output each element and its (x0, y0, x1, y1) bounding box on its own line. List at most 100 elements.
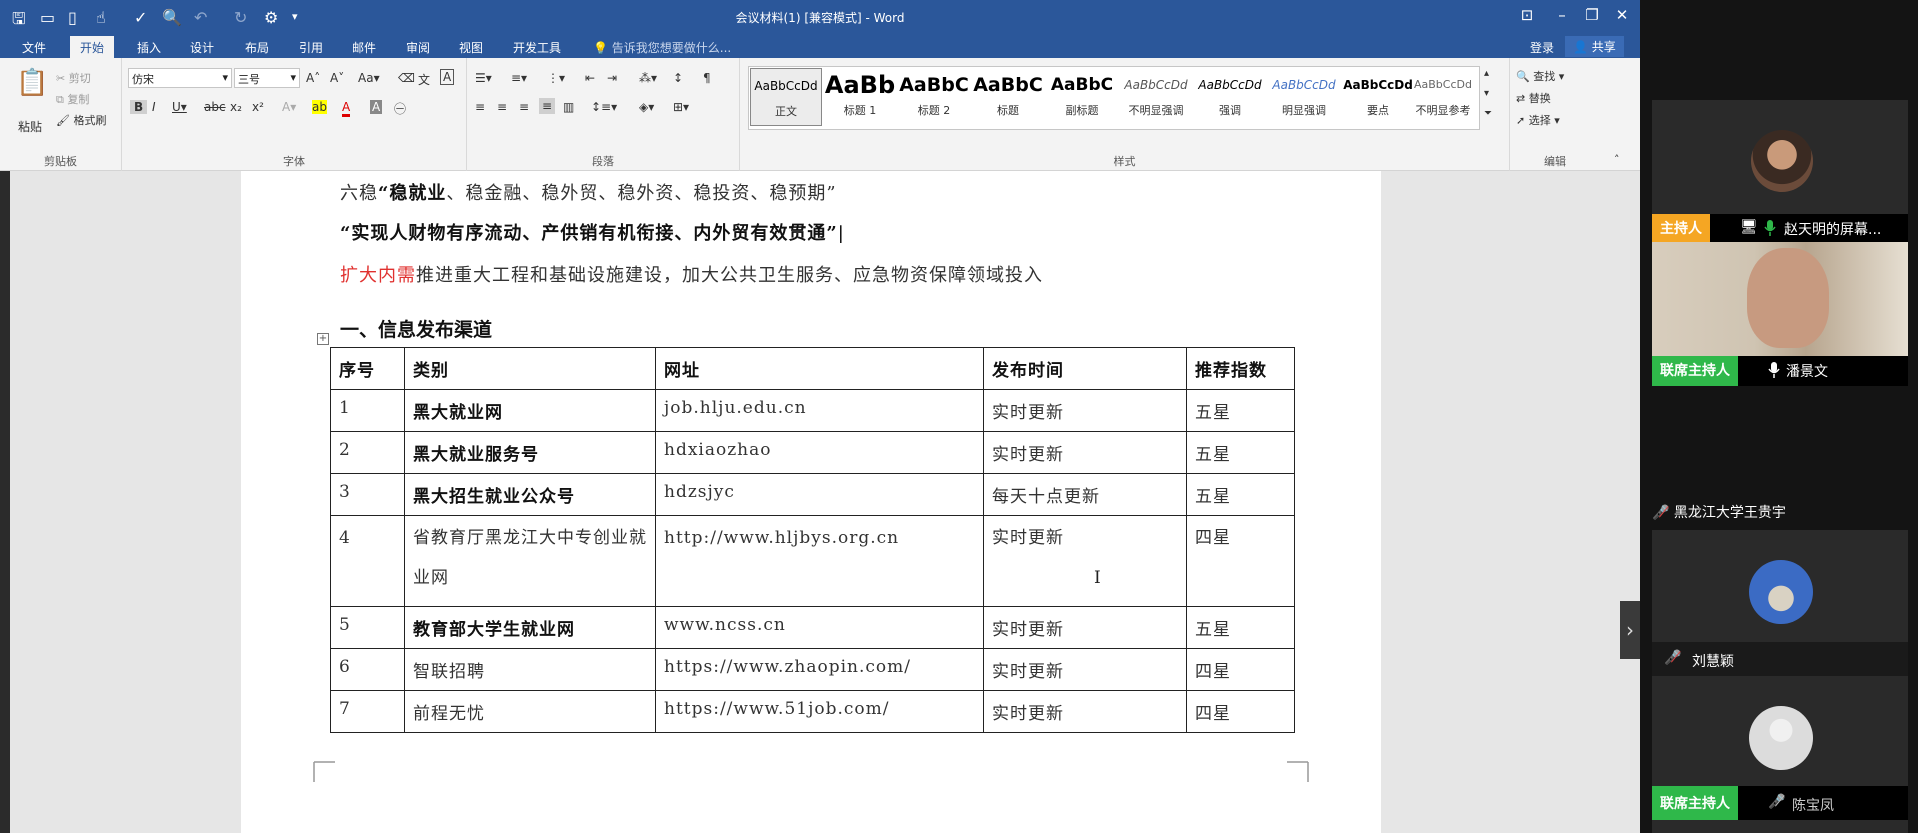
font-size-select[interactable]: 三号 ▾ (234, 68, 300, 88)
cell-url: job.hlju.edu.cn (655, 389, 984, 432)
align-right-icon[interactable]: ≡ (519, 100, 529, 114)
collapse-ribbon-icon[interactable]: ˄ (1614, 153, 1620, 166)
borders-icon[interactable]: ⊞▾ (673, 100, 689, 114)
align-center-icon[interactable]: ≡ (497, 100, 507, 114)
style-strong[interactable]: AaBbCcDd 要点 (1342, 68, 1414, 126)
show-marks-icon[interactable]: ¶ (703, 71, 711, 85)
style-emphasis[interactable]: AaBbCcDd 强调 (1194, 68, 1266, 126)
sort-icon[interactable]: ↕ (673, 71, 683, 85)
find-label: 查找 (1533, 70, 1556, 83)
replace-button[interactable]: ⇄ 替换 (1516, 90, 1551, 106)
cell-url: http://www.hljbys.org.cn (655, 515, 984, 607)
increase-indent-icon[interactable]: ⇥ (607, 71, 617, 85)
style-subtitle[interactable]: AaBbC 副标题 (1046, 68, 1118, 126)
document-page[interactable]: 六稳“稳就业、稳金融、稳外贸、稳外资、稳投资、稳预期” “实现人财物有序流动、产… (241, 171, 1381, 833)
tab-layout[interactable]: 布局 (245, 39, 269, 56)
tab-view[interactable]: 视图 (459, 39, 483, 56)
microphone-icon (1768, 362, 1780, 378)
paragraph-group-label: 段落 (592, 155, 614, 168)
participant-tile[interactable]: 联席主持人 🎤̸ 陈宝凤 (1652, 676, 1908, 833)
style-name: 强调 (1219, 104, 1241, 117)
bold-icon[interactable]: B (130, 100, 148, 114)
style-normal[interactable]: AaBbCcDd 正文 (750, 68, 822, 126)
tab-file[interactable]: 文件 (22, 39, 46, 56)
multilevel-list-icon[interactable]: ⋮▾ (547, 71, 565, 85)
strikethrough-icon[interactable]: abc (204, 100, 226, 114)
font-color-icon[interactable]: A (342, 100, 351, 117)
text-effects-icon[interactable]: A▾ (282, 100, 296, 114)
find-button[interactable]: 🔍 查找 ▾ (1516, 68, 1564, 84)
character-border-icon[interactable]: A (440, 69, 455, 85)
style-heading-1[interactable]: AaBb 标题 1 (824, 68, 896, 126)
line-spacing-icon[interactable]: ↕≡▾ (591, 100, 617, 114)
grow-font-icon[interactable]: A˄ (306, 71, 320, 85)
tab-developer[interactable]: 开发工具 (513, 39, 561, 56)
login-link[interactable]: 登录 (1530, 39, 1554, 56)
tab-references[interactable]: 引用 (299, 39, 323, 56)
style-intense-emphasis[interactable]: AaBbCcDd 明显强调 (1268, 68, 1340, 126)
align-left-icon[interactable]: ≡ (475, 100, 485, 114)
tab-home[interactable]: 开始 (70, 36, 115, 58)
restore-icon[interactable]: ❐ (1580, 6, 1604, 24)
format-painter-label: 格式刷 (73, 114, 107, 127)
style-subtle-reference[interactable]: AaBbCcDd 不明显参考 (1408, 68, 1478, 126)
paste-button[interactable]: 粘贴 (18, 118, 42, 135)
cut-button[interactable]: ✂ 剪切 (56, 70, 91, 86)
change-case-icon[interactable]: Aa▾ (358, 71, 380, 85)
style-title[interactable]: AaBbC 标题 (972, 68, 1044, 126)
shading-icon[interactable]: ◈▾ (639, 100, 654, 114)
tab-design[interactable]: 设计 (190, 39, 214, 56)
word-window: 🖫 ▭ ▯ ☝ ✓ 🔍 ↶ ↻ ⚙ ▾ 会议材料(1) [兼容模式] - Wor… (0, 0, 1640, 833)
style-name: 标题 (997, 104, 1019, 117)
style-heading-2[interactable]: AaBbC 标题 2 (898, 68, 970, 126)
styles-scroll-down-icon[interactable]: ▾ (1484, 88, 1489, 99)
underline-icon[interactable]: U▾ (172, 100, 187, 114)
shrink-font-icon[interactable]: A˅ (330, 71, 344, 85)
format-painter-button[interactable]: 🖌 格式刷 (56, 112, 106, 128)
copy-button[interactable]: ⧉ 复制 (56, 91, 89, 107)
style-name: 要点 (1367, 104, 1389, 117)
justify-icon[interactable]: ≡ (539, 98, 556, 114)
italic-icon[interactable]: I (152, 100, 156, 114)
chinese-layout-icon[interactable]: ⁂▾ (639, 71, 657, 85)
close-icon[interactable]: ✕ (1610, 6, 1634, 24)
character-shading-icon[interactable]: A (370, 100, 383, 114)
participant-label[interactable]: 🎤̸ 黑龙江大学王贵宇 (1652, 502, 1786, 522)
title-bar: 🖫 ▭ ▯ ☝ ✓ 🔍 ↶ ↻ ⚙ ▾ 会议材料(1) [兼容模式] - Wor… (0, 0, 1640, 34)
bullets-icon[interactable]: ☰▾ (475, 71, 492, 85)
table-row: 4 省教育厅黑龙江大中专创业就业网 http://www.hljbys.org.… (330, 515, 1295, 607)
phonetic-guide-icon[interactable]: 文 (418, 71, 430, 88)
style-subtle-emphasis[interactable]: AaBbCcDd 不明显强调 (1120, 68, 1192, 126)
tab-insert[interactable]: 插入 (137, 39, 161, 56)
cell-rating: 五星 (1186, 389, 1295, 432)
panel-toggle-arrow-icon[interactable]: › (1620, 601, 1640, 659)
superscript-icon[interactable]: x² (252, 100, 264, 114)
share-button[interactable]: 👤 共享 (1565, 36, 1624, 57)
highlight-icon[interactable]: ab (312, 100, 327, 114)
ribbon-display-icon[interactable]: ⊡ (1515, 6, 1539, 24)
clear-format-icon[interactable]: ⌫ (398, 71, 415, 85)
subscript-icon[interactable]: x₂ (230, 100, 242, 114)
enclose-characters-icon[interactable]: ㊀ (394, 100, 406, 117)
numbering-icon[interactable]: ≡▾ (511, 71, 527, 85)
minimize-icon[interactable]: – (1550, 6, 1574, 24)
select-button[interactable]: ➚ 选择 ▾ (1516, 112, 1560, 128)
paste-icon[interactable]: 📋 (16, 68, 48, 98)
style-name: 不明显强调 (1128, 104, 1184, 117)
styles-more-icon[interactable]: ⏷ (1484, 108, 1492, 119)
share-label: 共享 (1591, 40, 1616, 54)
styles-scroll-up-icon[interactable]: ▴ (1484, 68, 1489, 79)
distributed-icon[interactable]: ▥ (563, 100, 574, 114)
participant-tile[interactable]: 🎤̸ 刘慧颖 (1652, 530, 1908, 676)
tab-mailings[interactable]: 邮件 (352, 39, 376, 56)
style-name: 副标题 (1065, 104, 1099, 117)
participant-tile[interactable]: 主持人 🖥 赵天明的屏幕... (1652, 100, 1908, 242)
participant-name-bar: 主持人 🖥 赵天明的屏幕... (1652, 214, 1908, 242)
participant-video-tile[interactable]: 联席主持人 潘景文 (1652, 242, 1908, 386)
font-name-select[interactable]: 仿宋 ▾ (128, 68, 232, 88)
table-move-handle-icon[interactable]: + (317, 333, 329, 345)
tab-review[interactable]: 审阅 (406, 39, 430, 56)
tell-me-search[interactable]: 💡 告诉我您想要做什么... (593, 39, 731, 56)
decrease-indent-icon[interactable]: ⇤ (585, 71, 595, 85)
cell-category: 前程无忧 (404, 690, 656, 733)
